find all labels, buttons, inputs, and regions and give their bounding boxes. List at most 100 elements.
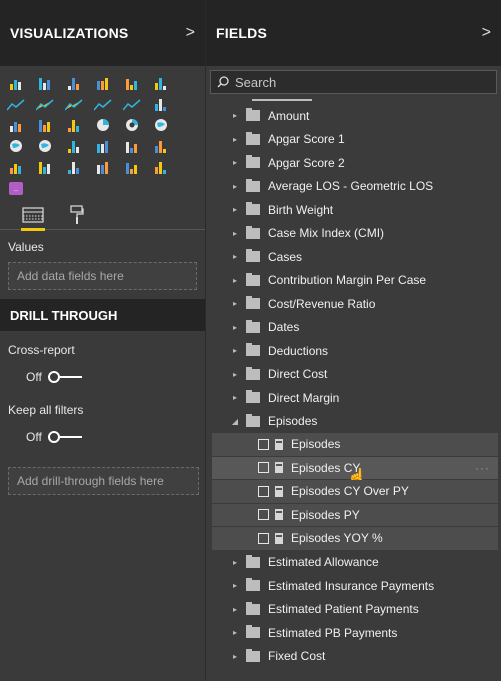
field-table-row[interactable]: ▸ Amount (206, 104, 501, 128)
collapsed-caret-icon[interactable]: ▸ (230, 299, 240, 308)
field-table-row[interactable]: ◢ Episodes (206, 410, 501, 434)
collapsed-caret-icon[interactable]: ▸ (230, 323, 240, 332)
measure-row[interactable]: Episodes YOY % (212, 527, 498, 551)
measure-row[interactable]: Episodes CY ··· ☝ (212, 456, 498, 486)
gauge-icon[interactable] (64, 139, 83, 153)
stacked-bar-icon[interactable] (6, 76, 25, 90)
measure-row[interactable]: Episodes PY (212, 503, 498, 527)
field-table-label: Direct Cost (268, 367, 328, 382)
fields-header: FIELDS > (206, 0, 501, 66)
table-folder-icon (246, 578, 260, 592)
fields-search-input[interactable] (235, 74, 435, 90)
stacked-area-icon[interactable] (64, 97, 83, 111)
collapsed-caret-icon[interactable]: ▸ (230, 135, 240, 144)
card-icon[interactable] (93, 139, 112, 153)
measure-checkbox[interactable] (258, 438, 269, 450)
multirow-card-icon[interactable] (122, 139, 141, 153)
clustered-bar-icon[interactable] (64, 76, 83, 90)
measure-checkbox[interactable] (258, 485, 269, 497)
collapsed-caret-icon[interactable]: ▸ (230, 182, 240, 191)
measure-checkbox[interactable] (258, 509, 269, 521)
stacked-column-icon[interactable] (35, 76, 54, 90)
line-column-icon[interactable] (93, 97, 112, 111)
collapsed-caret-icon[interactable]: ▸ (230, 111, 240, 120)
field-table-row[interactable]: ▸ Estimated Insurance Payments (206, 574, 501, 598)
collapse-fields-chevron-icon[interactable]: > (482, 24, 491, 42)
values-drop-well[interactable]: Add data fields here (8, 262, 197, 290)
donut-icon[interactable] (122, 118, 141, 132)
field-table-row[interactable]: ▸ Apgar Score 2 (206, 151, 501, 175)
line-chart-icon[interactable] (6, 97, 25, 111)
collapsed-caret-icon[interactable]: ▸ (230, 605, 240, 614)
collapsed-caret-icon[interactable]: ▸ (230, 370, 240, 379)
filled-map-icon[interactable] (35, 139, 54, 153)
field-table-row[interactable]: ▸ Estimated PB Payments (206, 621, 501, 645)
measure-checkbox[interactable] (258, 462, 269, 474)
area-chart-icon[interactable] (35, 97, 54, 111)
collapsed-caret-icon[interactable]: ▸ (230, 252, 240, 261)
field-table-row[interactable]: ▸ Contribution Margin Per Case (206, 269, 501, 293)
slicer-icon[interactable] (6, 160, 25, 174)
ribbon-chart-icon[interactable] (151, 97, 170, 111)
field-table-label: Case Mix Index (CMI) (268, 226, 385, 241)
field-table-row[interactable]: ▸ Average LOS - Geometric LOS (206, 175, 501, 199)
keep-filters-toggle[interactable] (47, 431, 82, 443)
collapsed-caret-icon[interactable]: ▸ (230, 581, 240, 590)
expanded-caret-icon[interactable]: ◢ (230, 417, 240, 426)
100-column-icon[interactable] (151, 76, 170, 90)
field-table-row[interactable]: ▸ Birth Weight (206, 198, 501, 222)
funnel-icon[interactable] (35, 118, 54, 132)
fields-tab-button[interactable] (18, 200, 48, 231)
field-table-row[interactable]: ▸ Apgar Score 1 (206, 128, 501, 152)
field-table-row[interactable]: ▸ Case Mix Index (CMI) (206, 222, 501, 246)
collapsed-caret-icon[interactable]: ▸ (230, 229, 240, 238)
field-table-row[interactable]: ▸ Estimated Patient Payments (206, 598, 501, 622)
collapsed-caret-icon[interactable]: ▸ (230, 393, 240, 402)
measure-checkbox[interactable] (258, 532, 269, 544)
more-options-icon[interactable]: ··· (475, 461, 490, 475)
field-table-row[interactable]: ▸ Cases (206, 245, 501, 269)
collapsed-caret-icon[interactable]: ▸ (230, 558, 240, 567)
matrix-icon[interactable] (64, 160, 83, 174)
collapsed-caret-icon[interactable]: ▸ (230, 652, 240, 661)
field-table-row[interactable]: ▸ Deductions (206, 339, 501, 363)
collapsed-caret-icon[interactable]: ▸ (230, 276, 240, 285)
table-folder-icon (246, 601, 260, 615)
fields-title: FIELDS (216, 25, 267, 41)
waterfall-icon[interactable] (6, 118, 25, 132)
map-icon[interactable] (6, 139, 25, 153)
line-clustered-column-icon[interactable] (122, 97, 141, 111)
measure-row[interactable]: Episodes (212, 433, 498, 457)
custom-visual-icon[interactable] (151, 160, 170, 174)
viz-row (6, 135, 199, 156)
paint-roller-icon (70, 204, 84, 224)
clustered-column-icon[interactable] (93, 76, 112, 90)
100-bar-icon[interactable] (122, 76, 141, 90)
field-table-row[interactable]: ▸ Direct Cost (206, 363, 501, 387)
measure-row[interactable]: Episodes CY Over PY (212, 480, 498, 504)
cross-report-toggle[interactable] (47, 371, 82, 383)
collapsed-caret-icon[interactable]: ▸ (230, 205, 240, 214)
visualizations-title: VISUALIZATIONS (10, 25, 129, 41)
scatter-icon[interactable] (64, 118, 83, 132)
format-tab-button[interactable] (62, 200, 92, 230)
more-visuals-icon[interactable]: .. (6, 181, 25, 195)
collapsed-caret-icon[interactable]: ▸ (230, 158, 240, 167)
field-table-label: Apgar Score 2 (268, 155, 345, 170)
fields-search-box[interactable] (210, 70, 497, 94)
field-table-row[interactable]: ▸ Estimated Allowance (206, 551, 501, 575)
pie-icon[interactable] (93, 118, 112, 132)
table-icon[interactable] (35, 160, 54, 174)
arcgis-icon[interactable] (122, 160, 141, 174)
collapse-visualizations-chevron-icon[interactable]: > (186, 24, 195, 42)
kpi-icon[interactable] (151, 139, 170, 153)
field-table-row[interactable]: ▸ Direct Margin (206, 386, 501, 410)
collapsed-caret-icon[interactable]: ▸ (230, 346, 240, 355)
field-table-row[interactable]: ▸ Cost/Revenue Ratio (206, 292, 501, 316)
drill-through-drop-well[interactable]: Add drill-through fields here (8, 467, 199, 495)
r-visual-icon[interactable] (93, 160, 112, 174)
collapsed-caret-icon[interactable]: ▸ (230, 628, 240, 637)
field-table-row[interactable]: ▸ Dates (206, 316, 501, 340)
treemap-icon[interactable] (151, 118, 170, 132)
field-table-row[interactable]: ▸ Fixed Cost (206, 645, 501, 669)
